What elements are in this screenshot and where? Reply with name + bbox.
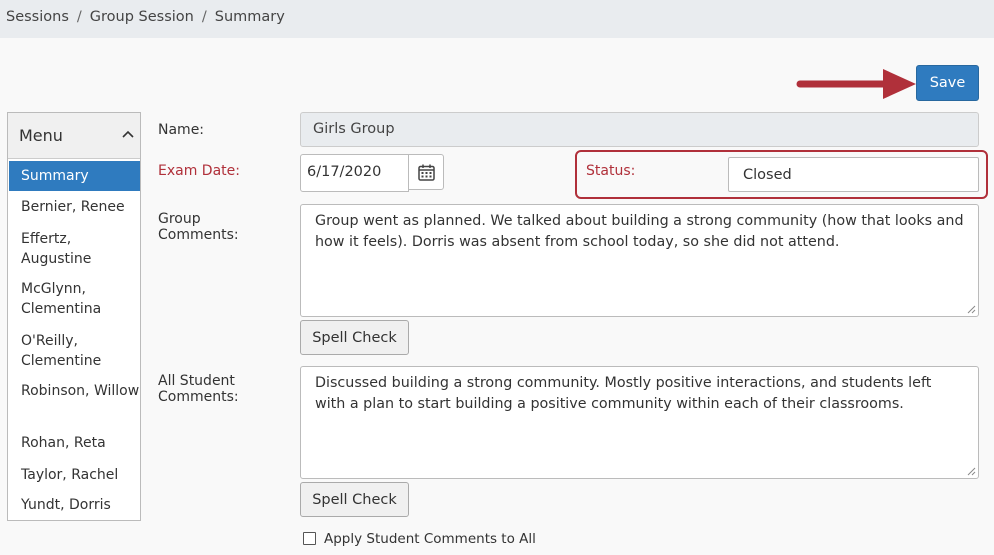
resize-grip-icon[interactable] <box>967 305 976 314</box>
breadcrumb-sessions[interactable]: Sessions <box>6 9 69 25</box>
menu-title: Menu <box>19 126 63 145</box>
save-button[interactable]: Save <box>916 65 979 101</box>
chevron-up-icon <box>122 130 134 138</box>
name-label: Name: <box>158 122 205 138</box>
exam-date-field[interactable]: 6/17/2020 <box>300 154 409 192</box>
menu-item-student[interactable]: Yundt, Dorris <box>9 495 140 515</box>
breadcrumb: Sessions / Group Session / Summary <box>0 0 994 38</box>
menu-item-student[interactable]: Effertz, Augustine <box>9 229 140 269</box>
exam-date-label: Exam Date: <box>158 163 240 179</box>
breadcrumb-separator: / <box>76 9 82 25</box>
menu-item-student[interactable]: Rohan, Reta <box>9 433 140 453</box>
breadcrumb-group-session[interactable]: Group Session <box>90 9 194 25</box>
menu-item-student[interactable]: McGlynn, Clementina <box>9 279 140 319</box>
group-comments-textarea[interactable]: Group went as planned. We talked about b… <box>300 204 979 317</box>
status-label: Status: <box>586 163 636 179</box>
calendar-icon <box>418 164 435 181</box>
apply-all-checkbox[interactable] <box>303 532 316 545</box>
side-menu: Menu Summary Bernier, Renee Effertz, Aug… <box>7 112 141 521</box>
resize-grip-icon[interactable] <box>967 467 976 476</box>
menu-item-summary[interactable]: Summary <box>9 161 140 191</box>
group-comments-label: Group Comments: <box>158 211 239 243</box>
student-comments-textarea[interactable]: Discussed building a strong community. M… <box>300 366 979 479</box>
student-comments-text: Discussed building a strong community. M… <box>315 375 932 412</box>
menu-item-student[interactable]: Taylor, Rachel <box>9 465 140 485</box>
spell-check-button[interactable]: Spell Check <box>300 482 409 517</box>
menu-item-student[interactable]: O'Reilly, Clementine <box>9 331 140 371</box>
calendar-button[interactable] <box>408 154 444 190</box>
spell-check-button[interactable]: Spell Check <box>300 320 409 355</box>
group-comments-text: Group went as planned. We talked about b… <box>315 213 964 250</box>
apply-all-label[interactable]: Apply Student Comments to All <box>324 531 536 547</box>
status-select[interactable]: Closed <box>728 157 979 192</box>
name-field: Girls Group <box>300 112 979 147</box>
student-comments-label: All Student Comments: <box>158 373 239 405</box>
menu-item-student[interactable]: Bernier, Renee <box>9 197 140 217</box>
menu-header[interactable]: Menu <box>8 113 140 159</box>
menu-item-student[interactable]: Robinson, Willow <box>9 381 140 401</box>
breadcrumb-separator: / <box>201 9 207 25</box>
annotation-arrow-icon <box>796 69 916 99</box>
breadcrumb-summary: Summary <box>214 9 285 25</box>
